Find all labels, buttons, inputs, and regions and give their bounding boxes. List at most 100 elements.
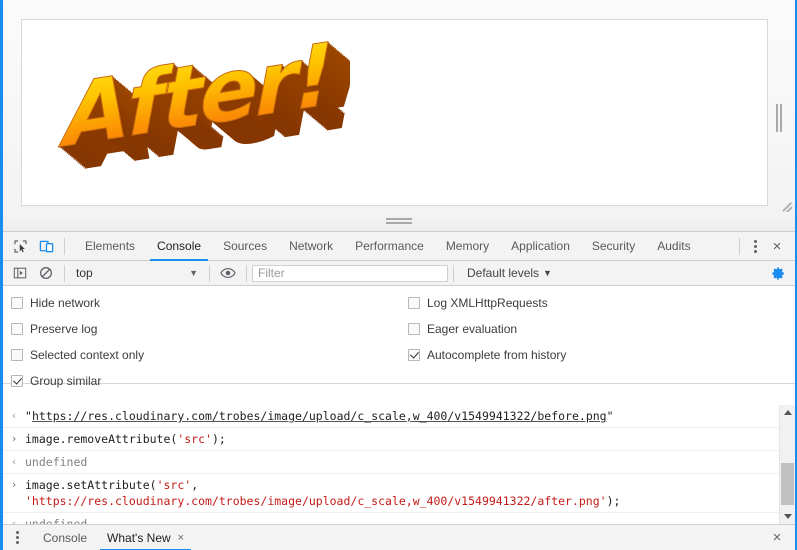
setting-preserve-log[interactable]: Preserve log bbox=[11, 316, 144, 342]
code-prefix: image.removeAttribute( bbox=[25, 432, 177, 446]
close-tab-icon[interactable]: × bbox=[178, 532, 184, 544]
url-link[interactable]: https://res.cloudinary.com/trobes/image/… bbox=[32, 409, 607, 423]
log-levels-select[interactable]: Default levels ▼ bbox=[467, 266, 552, 280]
code-prefix: image.setAttribute( bbox=[25, 478, 157, 492]
code-string-url: 'https://res.cloudinary.com/trobes/image… bbox=[25, 494, 607, 508]
tab-sources[interactable]: Sources bbox=[212, 232, 278, 261]
page-viewport: After! bbox=[3, 0, 795, 212]
drawer-tab-console[interactable]: Console bbox=[33, 525, 97, 550]
console-row-result-url[interactable]: ‹ "https://res.cloudinary.com/trobes/ima… bbox=[3, 405, 795, 428]
tab-label: Network bbox=[289, 239, 333, 253]
console-input-expression[interactable]: image.setAttribute('src','https://res.cl… bbox=[25, 477, 795, 509]
inspect-element-icon[interactable] bbox=[7, 233, 33, 259]
checkbox-icon[interactable] bbox=[11, 323, 23, 335]
tab-performance[interactable]: Performance bbox=[344, 232, 435, 261]
panel-tabs: Elements Console Sources Network Perform… bbox=[74, 232, 702, 261]
console-log: ‹ "https://res.cloudinary.com/trobes/ima… bbox=[3, 405, 795, 524]
scrollbar-thumb[interactable] bbox=[781, 463, 794, 505]
tab-memory[interactable]: Memory bbox=[435, 232, 500, 261]
tab-elements[interactable]: Elements bbox=[74, 232, 146, 261]
toolbar-divider bbox=[453, 265, 454, 282]
after-text-artwork: After! bbox=[50, 28, 350, 203]
console-settings-left-column: Hide network Preserve log Selected conte… bbox=[11, 290, 144, 394]
console-sidebar-icon[interactable] bbox=[7, 260, 33, 286]
input-arrow-icon: › bbox=[3, 431, 25, 447]
scroll-down-arrow-icon[interactable] bbox=[780, 509, 795, 524]
setting-label: Autocomplete from history bbox=[427, 348, 566, 362]
viewport-drag-handle[interactable] bbox=[776, 104, 783, 132]
console-filter-input[interactable] bbox=[252, 265, 448, 282]
execution-context-value: top bbox=[76, 266, 93, 280]
tab-label: Security bbox=[592, 239, 635, 253]
chevron-down-icon: ▼ bbox=[543, 268, 552, 278]
result-arrow-icon: ‹ bbox=[3, 408, 25, 424]
setting-label: Preserve log bbox=[30, 322, 97, 336]
splitter-grip-icon bbox=[386, 218, 412, 226]
tab-label: Console bbox=[157, 239, 201, 253]
tab-security[interactable]: Security bbox=[581, 232, 646, 261]
console-toolbar: top ▼ Default levels ▼ bbox=[3, 261, 795, 286]
code-string: 'src' bbox=[157, 478, 192, 492]
console-result-value: undefined bbox=[25, 454, 795, 470]
tab-network[interactable]: Network bbox=[278, 232, 344, 261]
setting-hide-network[interactable]: Hide network bbox=[11, 290, 144, 316]
tab-label: Performance bbox=[355, 239, 424, 253]
drawer-more-options-icon[interactable] bbox=[7, 527, 27, 549]
console-row-result: ‹ undefined bbox=[3, 513, 795, 524]
checkbox-icon[interactable] bbox=[11, 297, 23, 309]
drawer-tab-whats-new[interactable]: What's New × bbox=[97, 525, 194, 550]
checkbox-checked-icon[interactable] bbox=[408, 349, 420, 361]
console-row-result: ‹ undefined bbox=[3, 451, 795, 474]
tab-label: Elements bbox=[85, 239, 135, 253]
checkbox-checked-icon[interactable] bbox=[11, 375, 23, 387]
tab-audits[interactable]: Audits bbox=[646, 232, 701, 261]
console-settings-gear-icon[interactable] bbox=[768, 263, 788, 283]
checkbox-icon[interactable] bbox=[408, 297, 420, 309]
clear-console-icon[interactable] bbox=[33, 260, 59, 286]
code-string: 'src' bbox=[177, 432, 212, 446]
device-toolbar-icon[interactable] bbox=[33, 233, 59, 259]
console-result-value: undefined bbox=[25, 516, 795, 524]
input-arrow-icon: › bbox=[3, 477, 25, 493]
execution-context-select[interactable]: top ▼ bbox=[70, 264, 204, 283]
log-levels-label: Default levels bbox=[467, 266, 539, 280]
toolbar-divider bbox=[64, 238, 65, 255]
console-settings-pane: Hide network Preserve log Selected conte… bbox=[3, 286, 795, 384]
result-arrow-icon: ‹ bbox=[3, 454, 25, 470]
live-expression-eye-icon[interactable] bbox=[215, 260, 241, 286]
tab-application[interactable]: Application bbox=[500, 232, 581, 261]
tab-label: Audits bbox=[657, 239, 690, 253]
setting-group-similar[interactable]: Group similar bbox=[11, 368, 144, 394]
toolbar-divider bbox=[209, 265, 210, 282]
devtools-window: After! bbox=[0, 0, 797, 550]
console-result-url[interactable]: "https://res.cloudinary.com/trobes/image… bbox=[25, 408, 795, 424]
setting-autocomplete-from-history[interactable]: Autocomplete from history bbox=[408, 342, 566, 368]
checkbox-icon[interactable] bbox=[11, 349, 23, 361]
tab-label: Sources bbox=[223, 239, 267, 253]
chevron-down-icon: ▼ bbox=[189, 268, 198, 278]
tab-label: Application bbox=[511, 239, 570, 253]
checkbox-icon[interactable] bbox=[408, 323, 420, 335]
more-tools-icon[interactable] bbox=[745, 235, 765, 257]
tab-label: Memory bbox=[446, 239, 489, 253]
drawer-tab-label: What's New bbox=[107, 531, 171, 545]
setting-log-xmlhttprequests[interactable]: Log XMLHttpRequests bbox=[408, 290, 566, 316]
tab-console[interactable]: Console bbox=[146, 232, 212, 261]
console-input-expression[interactable]: image.removeAttribute('src'); bbox=[25, 431, 795, 447]
console-row-input-multiline[interactable]: › image.setAttribute('src','https://res.… bbox=[3, 474, 795, 513]
page-frame: After! bbox=[21, 19, 768, 206]
close-drawer-icon[interactable]: × bbox=[765, 526, 789, 550]
toolbar-divider bbox=[739, 238, 740, 255]
devtools-tabstrip: Elements Console Sources Network Perform… bbox=[3, 232, 795, 261]
console-scrollbar[interactable] bbox=[779, 405, 795, 524]
horizontal-splitter[interactable] bbox=[3, 212, 795, 232]
viewport-resize-grip[interactable] bbox=[779, 196, 793, 210]
console-row-input[interactable]: › image.removeAttribute('src'); bbox=[3, 428, 795, 451]
setting-label: Eager evaluation bbox=[427, 322, 517, 336]
scroll-up-arrow-icon[interactable] bbox=[780, 405, 795, 420]
setting-selected-context-only[interactable]: Selected context only bbox=[11, 342, 144, 368]
setting-eager-evaluation[interactable]: Eager evaluation bbox=[408, 316, 566, 342]
close-devtools-icon[interactable]: × bbox=[765, 234, 789, 258]
toolbar-divider bbox=[246, 265, 247, 282]
code-suffix: ); bbox=[212, 432, 226, 446]
